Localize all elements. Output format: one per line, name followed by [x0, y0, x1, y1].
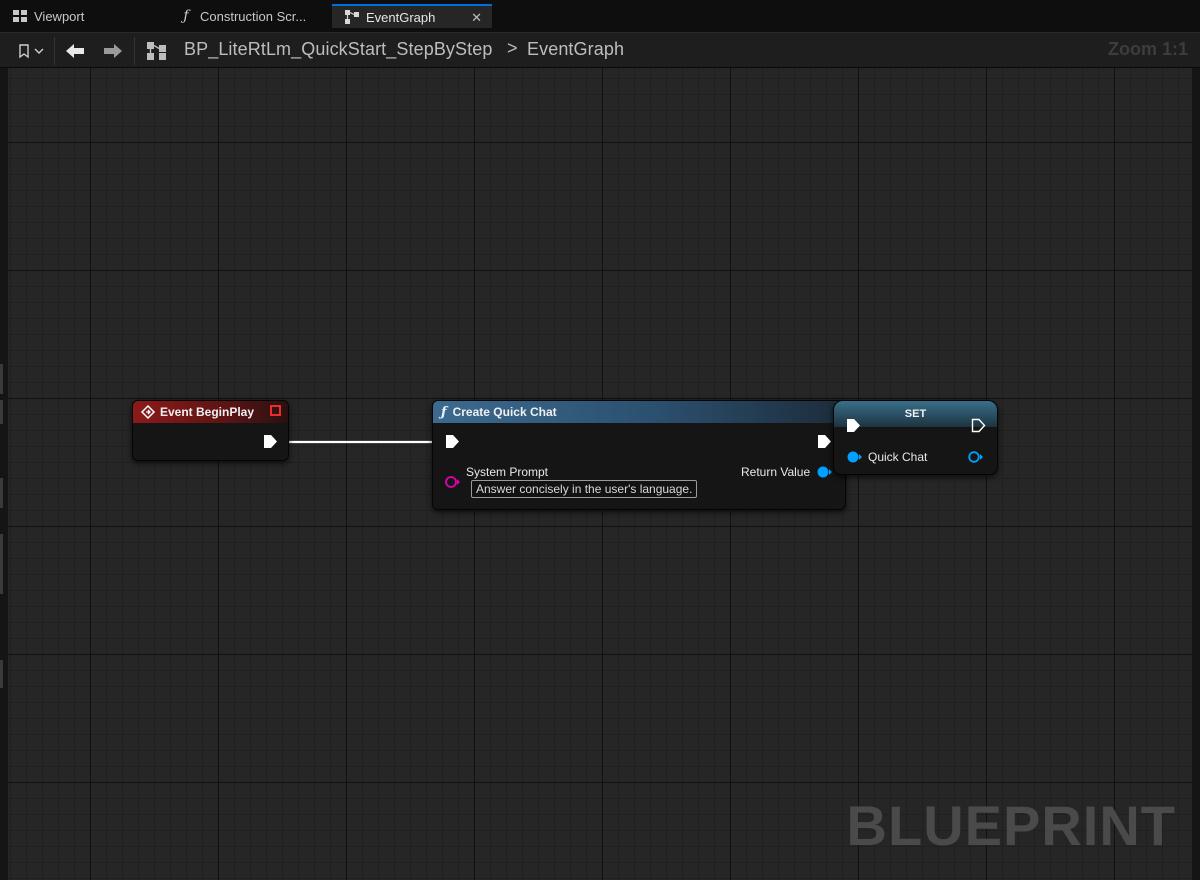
graph-icon — [344, 10, 360, 24]
arrow-right-icon — [104, 44, 122, 58]
zoom-level: Zoom 1:1 — [1107, 39, 1188, 59]
object-input-pin[interactable] — [847, 450, 863, 466]
event-graph-canvas[interactable]: Event BeginPlay ƒ Create Quick Chat Syst… — [8, 68, 1192, 880]
quick-chat-variable-label: Quick Chat — [868, 450, 928, 464]
bookmark-dropdown-button[interactable] — [12, 37, 48, 65]
arrow-left-icon — [66, 44, 84, 58]
tab-label: EventGraph — [366, 9, 436, 25]
tab-construction-script[interactable]: ƒ Construction Scr... — [166, 4, 326, 28]
event-diamond-icon — [140, 404, 156, 420]
node-title: Create Quick Chat — [452, 405, 557, 419]
graph-toolbar: BP_LiteRtLm_QuickStart_StepByStep > Even… — [0, 32, 1200, 68]
node-header: Event BeginPlay — [133, 401, 288, 423]
back-button[interactable] — [60, 37, 90, 65]
breadcrumb-graph[interactable]: EventGraph — [527, 39, 624, 60]
left-panel-edge — [0, 68, 8, 880]
graph-breadcrumb-icon — [144, 37, 170, 65]
viewport-grid-icon — [12, 9, 28, 23]
exec-in-pin[interactable] — [445, 434, 461, 450]
node-header: ƒ Create Quick Chat — [433, 401, 845, 423]
exec-out-pin[interactable] — [263, 434, 279, 450]
exec-out-pin[interactable] — [817, 434, 833, 450]
breadcrumb-separator: > — [507, 38, 518, 58]
node-title: SET — [904, 408, 927, 420]
tab-viewport[interactable]: Viewport — [0, 4, 160, 28]
create-quick-chat-node[interactable]: ƒ Create Quick Chat System Prompt Answer… — [432, 400, 846, 510]
event-beginplay-node[interactable]: Event BeginPlay — [132, 400, 289, 461]
tab-label: Viewport — [34, 8, 85, 24]
bookmark-icon — [19, 44, 29, 59]
tab-label: Construction Scr... — [200, 8, 307, 24]
chevron-down-icon — [34, 48, 44, 54]
exec-in-pin[interactable] — [846, 418, 862, 434]
object-output-pin[interactable] — [968, 450, 984, 466]
blueprint-watermark: BLUEPRINT — [846, 794, 1176, 857]
forward-button[interactable] — [98, 37, 128, 65]
close-tab-icon[interactable]: ✕ — [471, 10, 482, 26]
tab-eventgraph[interactable]: EventGraph ✕ — [332, 4, 492, 28]
document-tab-bar: Viewport ƒ Construction Scr... EventGrap… — [0, 0, 1200, 32]
system-prompt-input[interactable]: Answer concisely in the user's language. — [471, 480, 698, 498]
set-variable-node[interactable]: SET Quick Chat — [833, 400, 998, 475]
breadcrumb-blueprint[interactable]: BP_LiteRtLm_QuickStart_StepByStep — [184, 39, 492, 60]
exec-out-pin[interactable] — [971, 418, 987, 434]
string-input-pin[interactable] — [445, 475, 461, 491]
return-value-label: Return Value — [741, 465, 811, 479]
delegate-pin-icon — [270, 405, 281, 416]
function-icon: ƒ — [183, 8, 189, 24]
function-icon: ƒ — [441, 404, 447, 420]
system-prompt-label: System Prompt — [466, 465, 549, 479]
node-title: Event BeginPlay — [160, 405, 255, 419]
object-output-pin[interactable] — [817, 465, 833, 481]
